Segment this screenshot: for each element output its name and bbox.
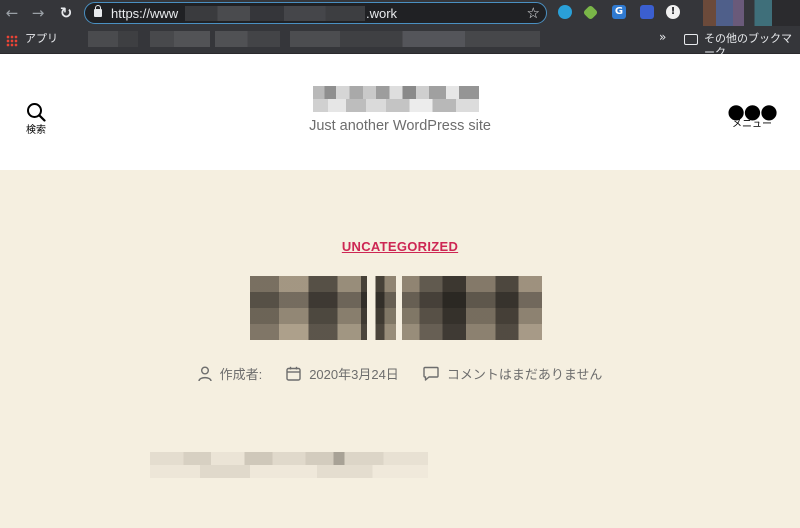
post-date-link[interactable]: 2020年3月24日 <box>309 364 399 383</box>
bookmark-redacted[interactable] <box>150 31 210 47</box>
extension-window-icon[interactable] <box>640 5 654 19</box>
site-tagline: Just another WordPress site <box>309 118 491 134</box>
extension-gear-icon[interactable] <box>558 5 572 19</box>
browser-toolbar: ← → ↻ https://www .work ☆ G ! <box>0 0 800 26</box>
post-title-redacted[interactable] <box>250 276 542 340</box>
post-comments: コメントはまだありません <box>423 364 603 383</box>
site-header: 検索 Just another WordPress site ●●● メニュー <box>0 54 800 170</box>
bookmark-redacted[interactable] <box>215 31 280 47</box>
bookmarks-overflow-chevron[interactable]: » <box>659 30 666 44</box>
post-date: 2020年3月24日 <box>286 364 399 383</box>
bookmark-redacted[interactable] <box>290 31 540 47</box>
post-category: UNCATEGORIZED <box>0 236 800 255</box>
url-redacted <box>185 6 365 21</box>
apps-icon[interactable] <box>6 35 18 47</box>
bookmark-redacted[interactable] <box>88 31 138 47</box>
bookmarks-bar: アプリ » その他のブックマーク <box>0 26 800 59</box>
url-suffix: .work <box>366 6 398 21</box>
reload-icon[interactable]: ↻ <box>56 3 76 23</box>
author-label: 作成者: <box>219 367 263 382</box>
comments-link[interactable]: コメントはまだありません <box>447 364 603 383</box>
bookmark-apps[interactable]: アプリ <box>25 32 58 46</box>
comment-icon <box>423 366 439 381</box>
extension-puzzle-icon[interactable] <box>582 4 599 21</box>
folder-icon[interactable] <box>684 34 698 45</box>
extension-info-icon[interactable]: ! <box>666 5 680 19</box>
menu-label: メニュー <box>732 119 772 130</box>
url-prefix: https://www <box>111 6 179 21</box>
address-bar[interactable]: https://www .work ☆ <box>84 2 547 24</box>
menu-toggle-button[interactable]: ●●● メニュー <box>726 99 778 142</box>
user-icon <box>197 366 212 381</box>
lock-icon[interactable] <box>94 5 102 17</box>
category-link[interactable]: UNCATEGORIZED <box>342 239 458 254</box>
star-icon[interactable]: ☆ <box>527 3 540 23</box>
calendar-icon <box>286 366 301 381</box>
extension-translate-icon[interactable]: G <box>612 5 626 19</box>
post-excerpt-redacted <box>150 452 428 478</box>
more-dots-icon: ●●● <box>727 99 777 123</box>
post-meta: 作成者: 2020年3月24日 コメントはまだありません <box>0 364 800 383</box>
forward-icon[interactable]: → <box>28 3 48 23</box>
profile-extensions-redacted <box>692 0 800 26</box>
site-title-redacted[interactable] <box>313 86 479 112</box>
post-author: 作成者: <box>197 364 263 383</box>
back-icon[interactable]: ← <box>2 3 22 23</box>
